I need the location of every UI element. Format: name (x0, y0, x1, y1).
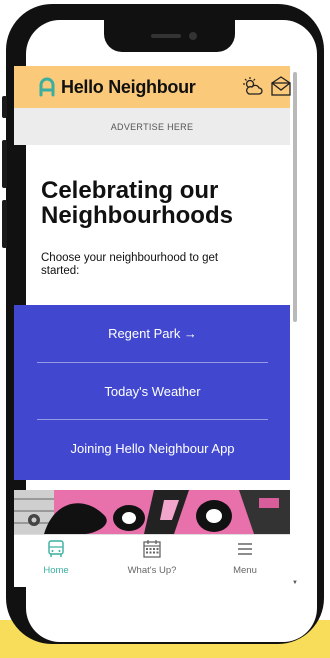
scroll-down-arrow-icon[interactable]: ▼ (292, 580, 298, 586)
app-header: Hello Neighbour (14, 66, 292, 108)
nav-home-label: Home (43, 565, 69, 576)
bus-icon (48, 540, 64, 557)
nav-menu-label: Menu (233, 565, 257, 576)
phone-volume-up-button (2, 140, 7, 188)
bottom-navigation: Home What's Up? Menu (14, 534, 290, 587)
scrollbar-thumb[interactable] (293, 72, 297, 322)
menu-item-joining-app[interactable]: Joining Hello Neighbour App (37, 420, 268, 476)
phone-volume-down-button (2, 200, 7, 248)
calendar-icon (143, 540, 161, 558)
phone-mute-button (2, 96, 7, 118)
sun-cloud-weather-icon[interactable] (241, 76, 263, 98)
app-title[interactable]: Hello Neighbour (61, 77, 196, 98)
advertise-banner[interactable]: ADVERTISE HERE (14, 108, 290, 145)
menu-item-regent-park[interactable]: Regent Park → (37, 305, 268, 361)
scrollbar[interactable]: ▼ (292, 66, 298, 586)
phone-notch (104, 20, 235, 52)
mail-envelope-icon[interactable] (270, 76, 292, 98)
nav-home[interactable]: Home (16, 539, 96, 576)
home-outline-icon (39, 77, 55, 97)
nav-whats-up[interactable]: What's Up? (112, 539, 192, 576)
neighbourhood-menu: Regent Park → Today's Weather Joining He… (14, 305, 290, 480)
page-subtitle: Choose your neighbourhood to get started… (41, 252, 219, 277)
graffiti-mural-image (14, 490, 290, 534)
nav-menu[interactable]: Menu (205, 539, 285, 576)
page-title: Celebrating our Neighbourhoods (41, 177, 233, 229)
menu-item-todays-weather[interactable]: Today's Weather (37, 363, 268, 419)
hamburger-menu-icon (238, 543, 252, 555)
phone-frame: Hello Neighbour ADVERTISE HERE Celebrati… (2, 4, 324, 644)
nav-whats-up-label: What's Up? (127, 565, 177, 576)
